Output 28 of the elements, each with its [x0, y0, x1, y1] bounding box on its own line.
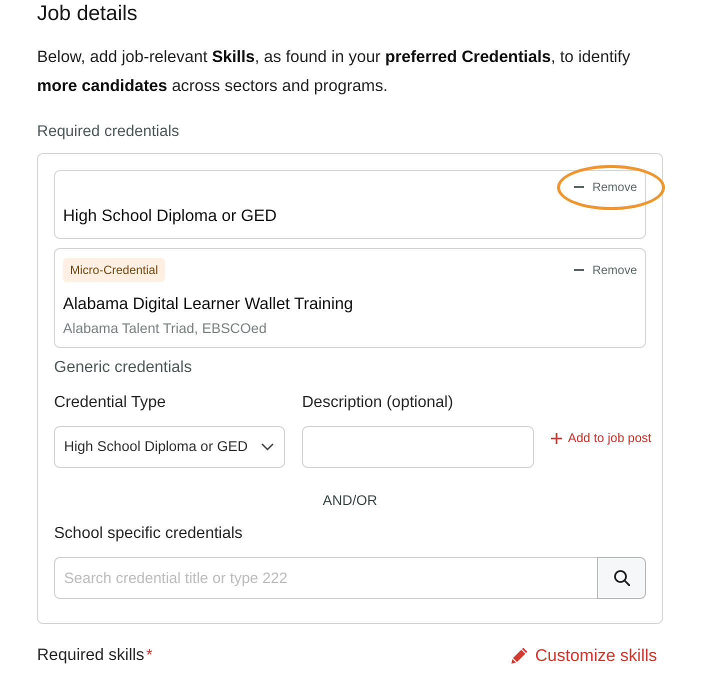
field-label: School specific credentials: [54, 524, 243, 544]
credential-title: Alabama Digital Learner Wallet Training: [63, 294, 354, 315]
page-title: Job details: [37, 1, 138, 27]
remove-button[interactable]: Remove: [574, 180, 637, 194]
intro-text: Below, add job-relevant Skills, as found in your preferred Credentials, to identify more candidates across sectors and programs.: [37, 47, 632, 97]
separator-text: AND/OR: [322, 491, 378, 510]
minus-icon: [574, 186, 584, 188]
remove-button[interactable]: Remove: [574, 263, 637, 277]
search-field[interactable]: Search credential title or type 222: [54, 557, 597, 599]
credential-type-select[interactable]: High School Diploma or GED: [54, 426, 285, 468]
type-badge: Micro-Credential: [63, 258, 166, 282]
credential-title: High School Diploma or GED: [63, 206, 277, 227]
field-label: Credential Type: [54, 393, 166, 413]
field-label: Required skills: [37, 645, 144, 666]
pencil-icon: [511, 647, 528, 664]
description-field[interactable]: [302, 426, 534, 468]
plus-icon: [551, 432, 562, 444]
search-icon: [614, 570, 630, 586]
field-label: Description (optional): [302, 393, 454, 413]
customize-skills-button[interactable]: Customize skills: [511, 644, 657, 668]
add-to-job-post-button[interactable]: Add to job post: [551, 430, 652, 446]
section-heading: Generic credentials: [54, 358, 192, 378]
chevron-down-icon: [261, 443, 274, 451]
provider-text: Alabama Talent Triad, EBSCOed: [63, 319, 267, 337]
section-heading: Required credentials: [37, 122, 180, 142]
required-asterisk: *: [146, 646, 153, 666]
minus-icon: [574, 269, 584, 271]
search-button[interactable]: [597, 557, 646, 599]
